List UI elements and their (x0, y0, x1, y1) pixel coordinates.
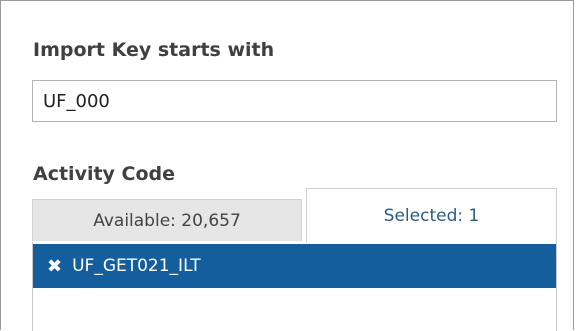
tab-selected[interactable]: Selected: 1 (306, 188, 557, 243)
import-key-label: Import Key starts with (33, 39, 275, 61)
tab-available[interactable]: Available: 20,657 (32, 199, 302, 241)
list-item-label: UF_GET021_ILT (72, 256, 201, 276)
list-item[interactable]: ✖ UF_GET021_ILT (33, 244, 556, 288)
remove-icon[interactable]: ✖ (47, 256, 62, 277)
import-key-input[interactable] (32, 80, 557, 122)
selected-items-list: ✖ UF_GET021_ILT (32, 242, 557, 331)
activity-code-label: Activity Code (33, 163, 176, 185)
filter-panel: Import Key starts with Activity Code Ava… (0, 0, 574, 331)
